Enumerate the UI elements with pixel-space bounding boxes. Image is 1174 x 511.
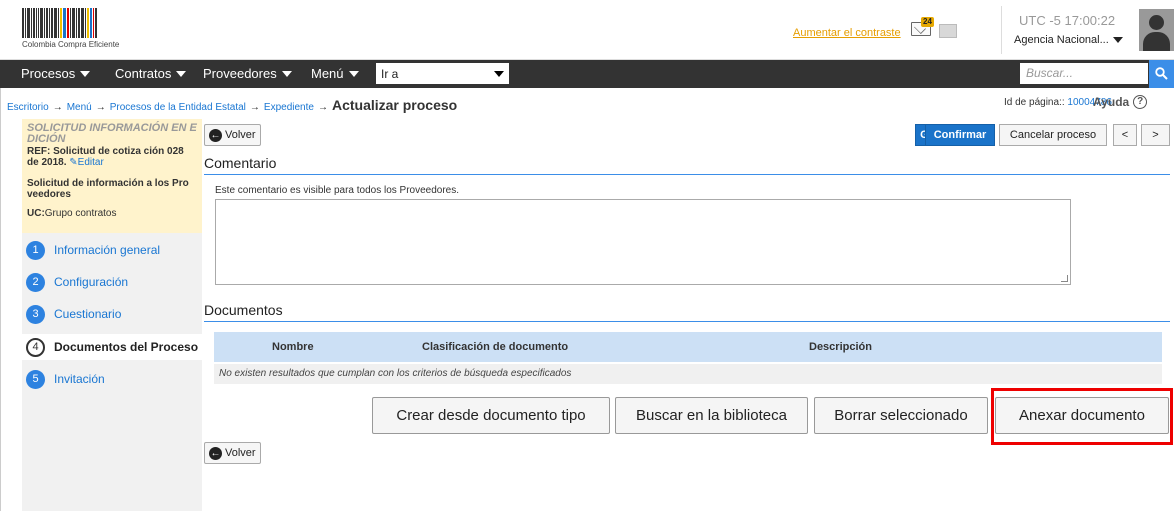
empty-results-row: No existen resultados que cumplan con lo…: [214, 364, 1162, 384]
header-divider: [1001, 6, 1002, 54]
comment-note: Este comentario es visible para todos lo…: [215, 185, 460, 196]
process-ref-text: REF: Solicitud de cotiza ción 028 de 201…: [27, 146, 184, 168]
arrow-left-icon: ←: [209, 446, 222, 460]
step-number: 2: [26, 272, 45, 292]
step-configuracion[interactable]: 2 Configuración: [26, 269, 128, 295]
main-navbar: Procesos Contratos Proveedores Menú: [0, 60, 1174, 88]
help-link[interactable]: Ayuda ?: [1093, 95, 1148, 109]
nav-contratos[interactable]: Contratos: [115, 66, 187, 81]
document-icon[interactable]: [939, 24, 957, 38]
nav-label: Proveedores: [203, 66, 277, 81]
nav-menu[interactable]: Menú: [311, 66, 359, 81]
nav-proveedores[interactable]: Proveedores: [203, 66, 292, 81]
search-library-button[interactable]: Buscar en la biblioteca: [615, 397, 808, 434]
page-id-label: Id de página::: [1004, 97, 1065, 108]
highlight-box: [991, 388, 1173, 445]
step-label: Cuestionario: [54, 307, 122, 321]
agency-selector[interactable]: Agencia Nacional...: [1014, 34, 1123, 46]
step-number: 1: [26, 240, 45, 260]
delete-selected-button[interactable]: Borrar seleccionado: [814, 397, 988, 434]
column-header-descripcion[interactable]: Descripción: [809, 341, 872, 353]
arrow-right-icon: →: [52, 102, 63, 113]
colombia-compra-logo[interactable]: Colombia Compra Eficiente: [22, 8, 142, 50]
documents-table-header: Nombre Clasificación de documento Descri…: [214, 332, 1162, 362]
nav-label: Contratos: [115, 66, 172, 81]
goto-value: Ir a: [381, 66, 399, 81]
chevron-down-icon: [176, 70, 187, 77]
step-label: Invitación: [54, 372, 105, 386]
resize-handle-icon[interactable]: [1061, 275, 1068, 282]
column-header-clasificacion[interactable]: Clasificación de documento: [422, 341, 568, 353]
chevron-down-icon: [281, 70, 292, 77]
nav-label: Menú: [311, 66, 344, 81]
section-divider: [204, 321, 1170, 322]
step-number: 5: [26, 369, 45, 389]
increase-contrast-link[interactable]: Aumentar el contraste: [793, 27, 901, 39]
arrow-right-icon: →: [95, 102, 106, 113]
breadcrumb-menu[interactable]: Menú: [67, 102, 92, 113]
search-icon: [1155, 67, 1168, 80]
search-button[interactable]: [1149, 60, 1174, 88]
nav-procesos[interactable]: Procesos: [21, 66, 91, 81]
breadcrumb: Escritorio → Menú → Procesos de la Entidad…: [7, 97, 457, 113]
back-label: Volver: [225, 129, 256, 141]
step-documentos-del-proceso[interactable]: 4 Documentos del Proceso: [22, 334, 202, 360]
search-input[interactable]: Buscar...: [1020, 63, 1148, 84]
process-status: SOLICITUD INFORMACIÓN EN EDICIÓN: [27, 122, 197, 145]
step-informacion-general[interactable]: 1 Información general: [26, 237, 160, 263]
breadcrumb-procesos[interactable]: Procesos de la Entidad Estatal: [110, 102, 246, 113]
chevron-down-icon: [80, 70, 91, 77]
arrow-right-icon: →: [317, 102, 328, 113]
agency-name: Agencia Nacional...: [1014, 34, 1109, 46]
page-left-border: [0, 88, 1, 511]
top-header: Colombia Compra Eficiente Aumentar el co…: [0, 0, 1174, 60]
edit-link[interactable]: ✎Editar: [69, 157, 104, 168]
next-button[interactable]: >: [1141, 124, 1170, 146]
back-label: Volver: [225, 447, 256, 459]
confirm-button[interactable]: Confirmar: [925, 124, 995, 146]
section-divider: [204, 174, 1170, 175]
process-unit: UC:Grupo contratos: [27, 208, 117, 219]
documents-section-title: Documentos: [204, 302, 283, 318]
create-from-template-button[interactable]: Crear desde documento tipo: [372, 397, 610, 434]
step-number: 3: [26, 304, 45, 324]
process-info-box: SOLICITUD INFORMACIÓN EN EDICIÓN REF: So…: [22, 119, 202, 233]
previous-button[interactable]: <: [1113, 124, 1137, 146]
back-button-top[interactable]: ← Volver: [204, 124, 261, 146]
chevron-down-icon: [1112, 37, 1123, 43]
step-label: Documentos del Proceso: [54, 340, 199, 354]
logo-text: Colombia Compra Eficiente: [22, 40, 120, 49]
arrow-left-icon: ←: [209, 128, 222, 142]
breadcrumb-escritorio[interactable]: Escritorio: [7, 102, 49, 113]
chevron-down-icon: [494, 70, 504, 77]
page-title: Actualizar proceso: [331, 97, 458, 113]
process-subtitle: Solicitud de información a los Pro veedo…: [27, 178, 189, 200]
mail-count-badge: 24: [921, 17, 934, 27]
chevron-down-icon: [348, 70, 359, 77]
step-invitacion[interactable]: 5 Invitación: [26, 366, 105, 392]
column-header-nombre[interactable]: Nombre: [272, 341, 314, 353]
breadcrumb-expediente[interactable]: Expediente: [264, 102, 314, 113]
process-reference: REF: Solicitud de cotiza ción 028 de 201…: [27, 146, 197, 168]
comment-textarea[interactable]: [215, 199, 1071, 285]
barcode-logo-icon: [22, 8, 142, 38]
arrow-right-icon: →: [249, 102, 260, 113]
goto-select[interactable]: Ir a: [376, 63, 509, 84]
cancel-process-button[interactable]: Cancelar proceso: [999, 124, 1107, 146]
user-avatar[interactable]: [1139, 9, 1174, 51]
step-label: Configuración: [54, 275, 129, 289]
step-cuestionario[interactable]: 3 Cuestionario: [26, 301, 121, 327]
question-icon: ?: [1133, 95, 1148, 109]
process-sidebar: SOLICITUD INFORMACIÓN EN EDICIÓN REF: So…: [22, 119, 202, 511]
back-button-bottom[interactable]: ← Volver: [204, 442, 261, 464]
step-label: Información general: [54, 243, 161, 257]
nav-label: Procesos: [21, 66, 76, 81]
server-clock: UTC -5 17:00:22: [1019, 13, 1116, 28]
comment-section-title: Comentario: [204, 155, 277, 171]
help-label: Ayuda: [1093, 95, 1130, 109]
step-number: 4: [26, 337, 45, 357]
